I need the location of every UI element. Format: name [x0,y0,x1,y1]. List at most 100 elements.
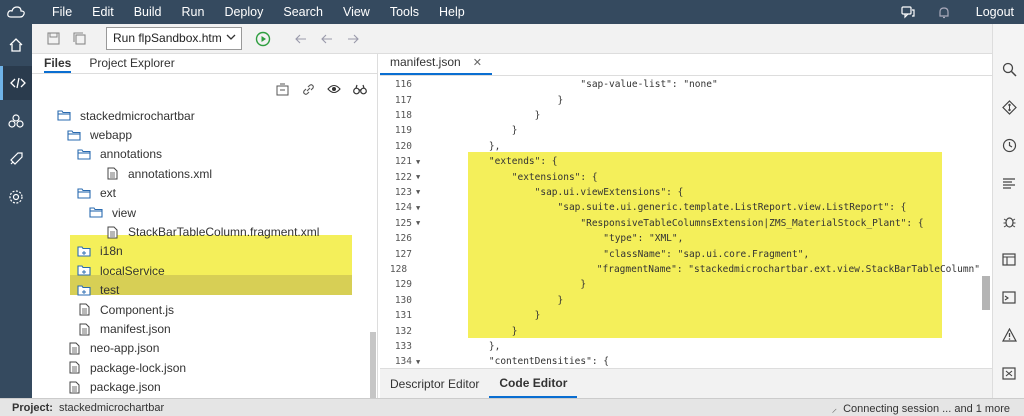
code-text: "ResponsiveTableColumnsExtension|ZMS_Mat… [466,217,924,229]
menu-run[interactable]: Run [172,5,215,19]
extensions-icon[interactable] [0,104,32,138]
line-number: 117 [394,94,412,106]
menu-build[interactable]: Build [124,5,172,19]
code-icon[interactable] [0,66,32,100]
line-number: 119 [394,125,412,137]
folder-item[interactable]: webapp [32,125,368,144]
save-all-icon[interactable] [66,28,92,50]
tab-code-editor[interactable]: Code Editor [489,370,578,398]
status-message: ⸝ Connecting session ... and 1 more [832,401,1010,416]
fold-toggle-icon[interactable]: ▼ [416,188,426,196]
warning-icon[interactable] [993,320,1024,350]
code-line: 134 ▼ "contentDensities": { [380,354,980,366]
fold-toggle-icon[interactable]: ▼ [416,204,426,212]
code-text: } [466,125,518,137]
folder-item[interactable]: stackedmicrochartbar [32,106,368,125]
file-item[interactable]: Component.js [32,300,368,319]
terminal-icon[interactable] [993,358,1024,388]
history-clock-icon[interactable] [993,130,1024,160]
eye-icon[interactable] [321,84,347,94]
menu-help[interactable]: Help [429,5,475,19]
line-number: 132 [394,325,412,337]
editor-tabs: manifest.json ✕ [380,54,992,76]
menu-search[interactable]: Search [273,5,333,19]
folder-item[interactable]: view [32,203,368,222]
code-line: 127 "className": "sap.ui.core.Fragment", [380,246,980,261]
activity-bar [0,24,32,398]
tree-scrollbar[interactable] [370,332,376,398]
workspace-icons [32,74,377,104]
run-icon[interactable] [250,28,276,50]
line-number: 133 [394,340,412,352]
menu-deploy[interactable]: Deploy [214,5,273,19]
search-icon[interactable] [993,54,1024,84]
file-item[interactable]: annotations.xml [32,164,368,183]
folder-item[interactable]: test [32,281,368,300]
code-text: "sap.ui.viewExtensions": { [466,186,684,198]
tab-manifest-json[interactable]: manifest.json ✕ [380,51,492,75]
binoculars-icon[interactable] [347,84,373,95]
folder-open-icon [66,128,82,142]
folder-item[interactable]: localService [32,261,368,280]
tree-item-label: StackBarTableColumn.fragment.xml [128,225,320,240]
go-to-last-edit-icon[interactable] [288,28,314,50]
save-icon[interactable] [40,28,66,50]
console-icon[interactable] [993,282,1024,312]
file-item[interactable]: StackBarTableColumn.fragment.xml [32,222,368,241]
fold-toggle-icon[interactable]: ▼ [416,219,426,227]
file-item[interactable]: manifest.json [32,319,368,338]
settings-gear-icon[interactable] [0,180,32,214]
folder-item[interactable]: annotations [32,145,368,164]
menu-view[interactable]: View [333,5,380,19]
editor-vertical-scrollbar[interactable] [982,276,990,310]
logout-link[interactable]: Logout [962,5,1024,19]
git-icon[interactable] [993,92,1024,122]
code-line: 124 ▼ "sap.suite.ui.generic.template.List… [380,200,980,215]
code-line: 132 } [380,323,980,338]
collapse-all-icon[interactable] [269,83,295,96]
line-number: 128 [389,263,408,275]
file-item[interactable]: package-lock.json [32,358,368,377]
code-area[interactable]: 116 "sap-value-list": "none" 117 } 118 } 11… [380,76,992,366]
tab-files[interactable]: Files [44,54,72,73]
folder-item[interactable]: ext [32,184,368,203]
fold-toggle-icon[interactable]: ▼ [416,358,426,366]
code-text: "contentDensities": { [466,356,609,366]
tab-descriptor-editor[interactable]: Descriptor Editor [380,371,489,397]
run-configuration-select[interactable]: Run flpSandbox.htm [106,27,242,50]
chat-icon[interactable] [890,5,926,19]
folder-item[interactable]: i18n [32,242,368,261]
back-arrow-icon[interactable] [314,28,340,50]
code-text: } [466,310,541,322]
file-item[interactable]: neo-app.json [32,339,368,358]
fold-toggle-icon[interactable]: ▼ [416,173,426,181]
line-number: 127 [394,248,412,260]
forward-arrow-icon[interactable] [340,28,366,50]
layout-panel-icon[interactable] [993,244,1024,274]
menu-file[interactable]: File [42,5,82,19]
tree-item-label: annotations [100,147,163,162]
fold-toggle-icon[interactable]: ▼ [416,158,426,166]
home-icon[interactable] [0,28,32,62]
debugger-bug-icon[interactable] [993,206,1024,236]
code-line: 128 "fragmentName": "stackedmicrochartba… [380,262,980,277]
bell-icon[interactable] [926,6,962,19]
tree-item-label: Component.js [100,302,175,317]
link-icon[interactable] [295,83,321,96]
outline-icon[interactable] [993,168,1024,198]
tree-item-label: ext [100,186,117,201]
close-icon[interactable]: ✕ [473,56,482,69]
file-tree: stackedmicrochartbar webapp annotations ann… [32,104,378,398]
file-item[interactable]: package.json [32,378,368,397]
main-toolbar: Run flpSandbox.htm [32,24,992,54]
project-name: stackedmicrochartbar [58,401,165,414]
project-label: Project: [12,401,53,414]
line-number: 116 [394,79,412,91]
menu-tools[interactable]: Tools [380,5,429,19]
code-text: } [466,109,541,121]
code-text: "sap-value-list": "none" [466,79,718,91]
rocket-icon[interactable] [0,142,32,176]
line-number: 124 [394,202,412,214]
menu-edit[interactable]: Edit [82,5,124,19]
tab-project-explorer[interactable]: Project Explorer [89,54,174,73]
